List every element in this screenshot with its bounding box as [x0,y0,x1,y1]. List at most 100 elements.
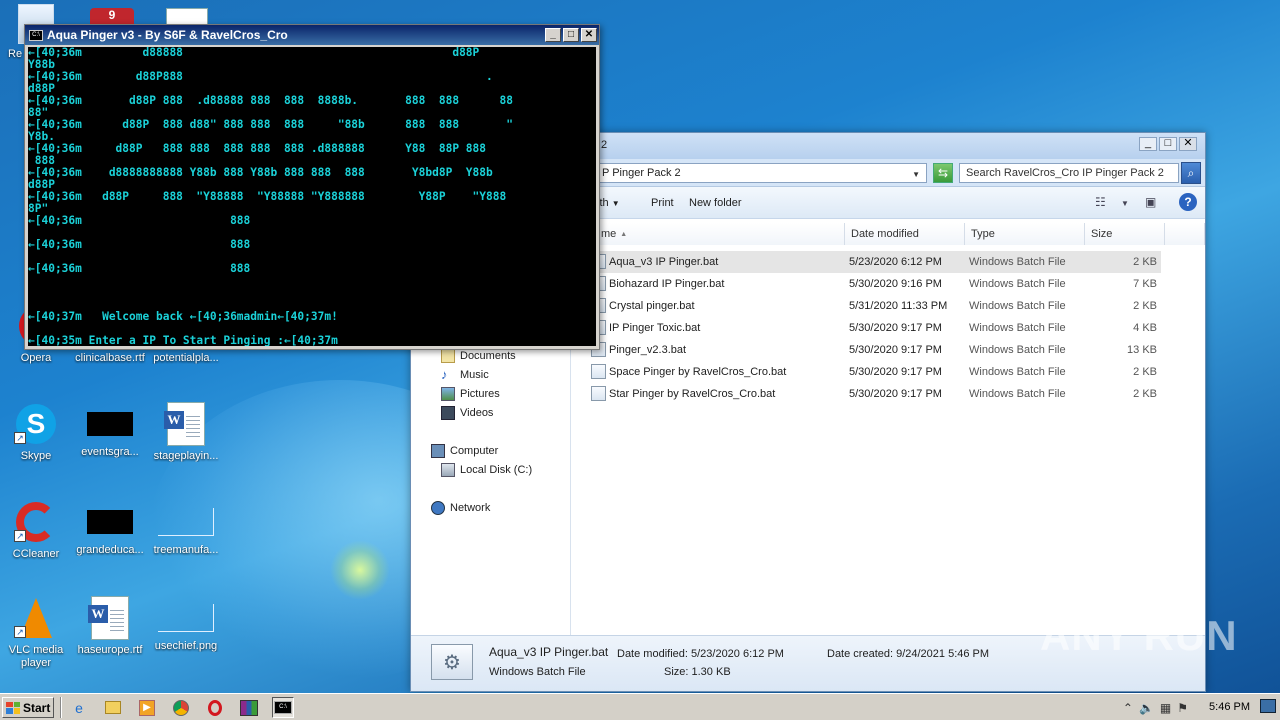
search-input[interactable]: Search RavelCros_Cro IP Pinger Pack 2 [959,163,1179,183]
share-with-menu[interactable]: ith ▼ [597,197,620,209]
console-line: Y8b. [28,131,55,143]
nav-item-documents[interactable]: Documents [441,349,516,363]
explorer-title: 2 [601,139,608,151]
nav-label: Local Disk (C:) [460,464,533,476]
file-type: Windows Batch File [969,256,1066,268]
desktop-icon-eventsgra[interactable]: eventsgra... [74,402,146,458]
volume-icon[interactable]: 🔈 [1139,701,1154,715]
network-tray-icon[interactable]: ▦ [1160,701,1171,715]
chrome-icon[interactable] [170,697,192,718]
winrar-icon[interactable] [238,697,260,718]
address-bar[interactable]: P Pinger Pack 2 ▼ [597,163,927,183]
file-row[interactable]: Pinger_v2.3.bat 5/30/2020 9:17 PM Windows … [589,339,1161,361]
file-size: 2 KB [1133,366,1157,378]
maximize-button[interactable]: □ [1159,137,1177,151]
cmd-title: Aqua Pinger v3 - By S6F & RavelCros_Cro [47,28,288,42]
start-label: Start [23,700,51,715]
cmd-window[interactable]: C:\ Aqua Pinger v3 - By S6F & RavelCros_… [24,24,600,350]
search-button[interactable]: ⌕ [1181,162,1201,184]
network-icon [431,501,445,515]
desktop-icon-usechief[interactable]: usechief.png [150,596,222,652]
cmd-taskbar-icon[interactable]: C:\ [272,697,294,718]
explorer-folder-icon[interactable] [102,697,124,718]
flag-icon[interactable]: ⚑ [1177,701,1188,715]
desktop-icon-grandeduca[interactable]: grandeduca... [74,500,146,556]
cmd-titlebar[interactable]: C:\ Aqua Pinger v3 - By S6F & RavelCros_… [25,25,599,45]
minimize-button[interactable]: _ [545,28,561,42]
file-row[interactable]: Star Pinger by RavelCros_Cro.bat 5/30/202… [589,383,1161,405]
file-date: 5/31/2020 11:33 PM [849,300,948,312]
nav-item-network[interactable]: Network [431,501,490,515]
details-size: Size: 1.30 KB [664,666,731,678]
file-name: Pinger_v2.3.bat [609,344,687,356]
file-row[interactable]: Space Pinger by RavelCros_Cro.bat 5/30/20… [589,361,1161,383]
tray-expand-icon[interactable]: ⌃ [1123,701,1133,715]
file-name: Biohazard IP Pinger.bat [609,278,725,290]
media-player-icon[interactable]: ▶ [136,697,158,718]
maximize-button[interactable]: □ [563,28,579,42]
console-line: ←[40;37m Welcome back ←[40;36madmin←[40;… [28,311,338,323]
console-line: ←[40;36m d88P 888 888 888 888 888 .d8888… [28,143,487,155]
new-folder-button[interactable]: New folder [689,197,742,209]
nav-label: Documents [460,350,516,362]
console-line: ←[40;36m d8888888888 Y88b 888 Y88b 888 8… [28,167,493,179]
nav-label: Videos [460,407,494,419]
console-line: ←[40;35m Enter a IP To Start Pinging :←[… [28,335,338,346]
file-name: Star Pinger by RavelCros_Cro.bat [609,388,776,400]
console-output[interactable]: ←[40;36m d88888 d88P Y88b ←[40;36m d88P888… [28,47,596,346]
desktop-icon-vlc[interactable]: ↗ VLC media player [0,596,72,670]
print-button[interactable]: Print [651,197,674,209]
console-line: d88P [28,179,55,191]
file-row[interactable]: Crystal pinger.bat 5/31/2020 11:33 PM Wind… [589,295,1161,317]
clock[interactable]: 5:46 PM [1209,701,1250,713]
view-options-icon[interactable]: ☷ [1095,195,1106,209]
file-size: 2 KB [1133,256,1157,268]
column-header-type[interactable]: Type [965,223,1085,245]
column-header-name[interactable]: me ▲ [595,223,845,245]
console-icon: C:\ [29,29,43,41]
column-header-size[interactable]: Size [1085,223,1165,245]
desktop-icon-label: potentialpla... [153,352,219,364]
desktop-icon-ccleaner[interactable]: ↗ CCleaner [0,500,72,560]
pictures-icon [441,387,455,401]
preview-pane-icon[interactable]: ▣ [1145,195,1156,209]
file-type: Windows Batch File [969,388,1066,400]
internet-explorer-icon[interactable]: e [68,697,90,718]
column-header-date[interactable]: Date modified [845,223,965,245]
help-icon[interactable]: ? [1179,193,1197,211]
desktop-icon-treemanufa[interactable]: treemanufa... [150,500,222,556]
batch-file-icon: ⚙ [431,644,473,680]
nav-item-computer[interactable]: Computer [431,444,498,458]
file-row[interactable]: Aqua_v3 IP Pinger.bat 5/23/2020 6:12 PM Wi… [589,251,1161,273]
close-button[interactable]: ✕ [1179,137,1197,151]
nav-label: Music [460,369,489,381]
shortcut-arrow-icon: ↗ [14,626,26,638]
opera-taskbar-icon[interactable] [204,697,226,718]
file-row[interactable]: Biohazard IP Pinger.bat 5/30/2020 9:16 PM… [589,273,1161,295]
file-row[interactable]: IP Pinger Toxic.bat 5/30/2020 9:17 PM Wind… [589,317,1161,339]
desktop-icon-label: Opera [20,352,52,364]
chevron-down-icon[interactable]: ▼ [1121,199,1129,208]
desktop-icon-haseurope[interactable]: W haseurope.rtf [74,596,146,656]
nav-item-videos[interactable]: Videos [441,406,493,420]
anyrun-watermark: ANY RUN [1040,612,1238,659]
console-line: 888 [28,155,55,167]
desktop-icon-label: clinicalbase.rtf [75,352,145,364]
nav-item-pictures[interactable]: Pictures [441,387,500,401]
file-list-pane: me ▲ Date modified Type Size Aqua_v3 IP P… [571,221,1205,635]
minimize-button[interactable]: _ [1139,137,1157,151]
close-button[interactable]: ✕ [581,28,597,42]
start-button[interactable]: Start [2,697,54,718]
show-desktop-button[interactable] [1260,699,1276,713]
chevron-down-icon[interactable]: ▼ [912,170,920,179]
refresh-button[interactable]: ⇆ [933,163,953,183]
details-type: Windows Batch File [489,666,586,678]
desktop-icon-skype[interactable]: S ↗ Skype [0,402,72,462]
image-thumbnail-icon [158,604,214,632]
nav-item-local-disk[interactable]: Local Disk (C:) [441,463,532,477]
nav-item-music[interactable]: ♪ Music [441,368,489,382]
desktop-icon-stageplayin[interactable]: W stageplayin... [150,402,222,462]
batch-file-icon [591,364,606,379]
